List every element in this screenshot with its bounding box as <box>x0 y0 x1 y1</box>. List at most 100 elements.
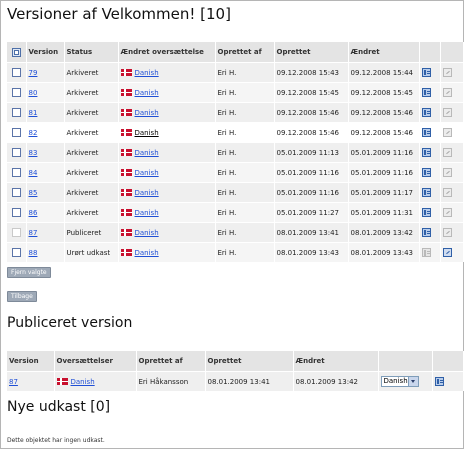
language-link[interactable]: Danish <box>135 209 159 217</box>
changed-cell: 09.12.2008 15:46 <box>348 102 420 123</box>
version-link[interactable]: 81 <box>29 109 38 117</box>
danish-flag-icon <box>120 129 132 136</box>
view-icon[interactable] <box>421 228 431 237</box>
edit-icon[interactable] <box>442 188 452 197</box>
version-link[interactable]: 88 <box>29 249 38 257</box>
select-all-checkbox[interactable] <box>7 42 27 63</box>
view-icon[interactable] <box>421 128 431 137</box>
language-select-value: Danish <box>383 377 408 385</box>
edit-icon[interactable] <box>442 128 452 137</box>
published-changed: 08.01.2009 13:42 <box>293 371 379 391</box>
language-link[interactable]: Danish <box>135 169 159 177</box>
version-link[interactable]: 80 <box>29 89 38 97</box>
row-checkbox[interactable] <box>12 148 21 157</box>
created-cell: 05.01.2009 11:13 <box>274 142 349 163</box>
language-link[interactable]: Danish <box>135 189 159 197</box>
edit-icon[interactable] <box>442 168 452 177</box>
col-version: Version <box>26 42 65 63</box>
row-checkbox[interactable] <box>12 128 21 137</box>
row-checkbox[interactable] <box>12 88 21 97</box>
created-cell: 09.12.2008 15:46 <box>274 122 349 143</box>
row-checkbox[interactable] <box>12 68 21 77</box>
created-by-cell: Eri H. <box>215 62 275 83</box>
edit-icon[interactable] <box>442 148 452 157</box>
row-checkbox[interactable] <box>12 168 21 177</box>
language-link[interactable]: Danish <box>135 69 159 77</box>
version-link[interactable]: 87 <box>29 229 38 237</box>
table-row: 79 Arkiveret Danish Eri H. 09.12.2008 15… <box>7 62 464 83</box>
edit-icon[interactable] <box>442 228 452 237</box>
created-by-cell: Eri H. <box>215 162 275 183</box>
col-created-by: Oprettet af <box>215 42 275 63</box>
status-cell: Arkiveret <box>64 122 119 143</box>
changed-cell: 09.12.2008 15:46 <box>348 122 420 143</box>
created-by-cell: Eri H. <box>215 102 275 123</box>
language-link[interactable]: Danish <box>135 89 159 97</box>
row-checkbox[interactable] <box>12 208 21 217</box>
version-link[interactable]: 85 <box>29 189 38 197</box>
published-language-link[interactable]: Danish <box>71 378 95 386</box>
table-row: 84 Arkiveret Danish Eri H. 05.01.2009 11… <box>7 162 464 183</box>
changed-cell: 05.01.2009 11:31 <box>348 202 420 223</box>
back-button[interactable]: Tilbage <box>7 291 37 302</box>
created-cell: 05.01.2009 11:16 <box>274 182 349 203</box>
select-all-icon <box>12 47 21 57</box>
view-icon[interactable] <box>434 377 444 386</box>
view-icon[interactable] <box>421 108 431 117</box>
remove-selected-button[interactable]: Fjern valgte <box>7 267 51 278</box>
changed-cell: 09.12.2008 15:44 <box>348 62 420 83</box>
version-link[interactable]: 79 <box>29 69 38 77</box>
col-action-1 <box>419 42 441 63</box>
edit-icon[interactable] <box>442 208 452 217</box>
version-link[interactable]: 83 <box>29 149 38 157</box>
view-icon[interactable] <box>421 188 431 197</box>
edit-icon[interactable] <box>442 68 452 77</box>
language-link[interactable]: Danish <box>135 149 159 157</box>
drafts-section-title: Nye udkast [0] <box>7 399 111 415</box>
col-changed-translation: Ændret oversættelse <box>118 42 216 63</box>
row-checkbox[interactable] <box>12 108 21 117</box>
danish-flag-icon <box>120 189 132 196</box>
edit-icon[interactable] <box>442 108 452 117</box>
status-cell: Arkiveret <box>64 142 119 163</box>
view-icon[interactable] <box>421 148 431 157</box>
view-icon[interactable] <box>421 68 431 77</box>
table-row: 82 Arkiveret Danish Eri H. 09.12.2008 15… <box>7 122 464 143</box>
language-link[interactable]: Danish <box>135 229 159 237</box>
table-row: 81 Arkiveret Danish Eri H. 09.12.2008 15… <box>7 102 464 123</box>
published-version-link[interactable]: 87 <box>9 378 18 386</box>
view-icon[interactable] <box>421 208 431 217</box>
table-row: 80 Arkiveret Danish Eri H. 09.12.2008 15… <box>7 82 464 103</box>
language-link[interactable]: Danish <box>135 249 159 257</box>
changed-cell: 08.01.2009 13:43 <box>348 242 420 262</box>
version-link[interactable]: 86 <box>29 209 38 217</box>
table-row: 85 Arkiveret Danish Eri H. 05.01.2009 11… <box>7 182 464 203</box>
danish-flag-icon <box>120 209 132 216</box>
changed-cell: 05.01.2009 11:16 <box>348 162 420 183</box>
col-created: Oprettet <box>274 42 349 63</box>
pub-col-created: Oprettet <box>205 351 294 372</box>
row-checkbox[interactable] <box>12 188 21 197</box>
version-link[interactable]: 84 <box>29 169 38 177</box>
view-icon-disabled <box>421 248 431 257</box>
view-icon[interactable] <box>421 88 431 97</box>
status-cell: Arkiveret <box>64 62 119 83</box>
edit-icon[interactable] <box>442 248 452 257</box>
table-row: 83 Arkiveret Danish Eri H. 05.01.2009 11… <box>7 142 464 163</box>
pub-col-version: Version <box>7 351 55 372</box>
danish-flag-icon <box>120 109 132 116</box>
view-icon[interactable] <box>421 168 431 177</box>
row-checkbox[interactable] <box>12 248 21 257</box>
danish-flag-icon <box>56 378 68 385</box>
version-link[interactable]: 82 <box>29 129 38 137</box>
status-cell: Urørt udkast <box>64 242 119 262</box>
language-select[interactable]: Danish <box>380 376 419 387</box>
language-link[interactable]: Danish <box>135 109 159 117</box>
table-row: 88 Urørt udkast Danish Eri H. 08.01.2009… <box>7 242 464 262</box>
status-cell: Arkiveret <box>64 202 119 223</box>
created-cell: 05.01.2009 11:16 <box>274 162 349 183</box>
changed-cell: 08.01.2009 13:42 <box>348 222 420 243</box>
language-link[interactable]: Danish <box>135 129 159 137</box>
edit-icon[interactable] <box>442 88 452 97</box>
danish-flag-icon <box>120 149 132 156</box>
